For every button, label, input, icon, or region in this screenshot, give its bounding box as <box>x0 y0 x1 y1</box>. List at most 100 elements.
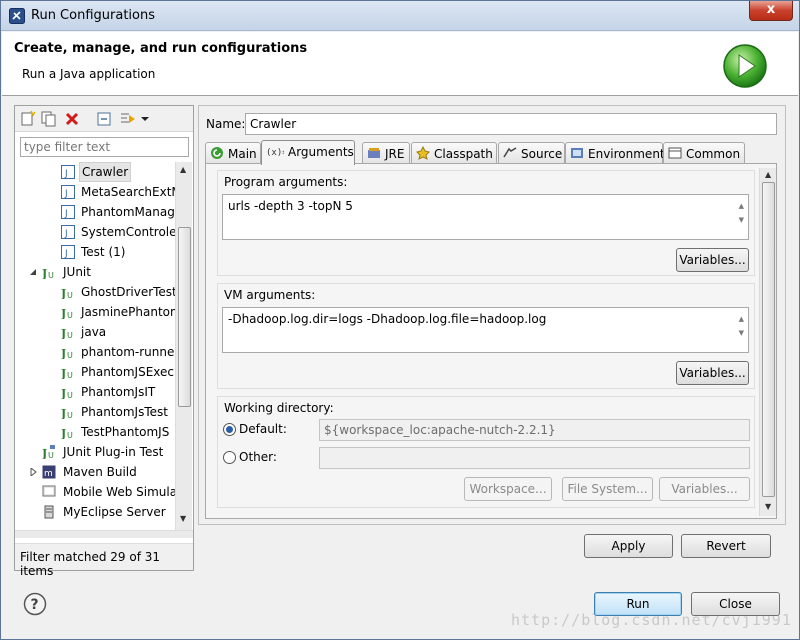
svg-text:J: J <box>42 267 47 279</box>
vm-variables-button[interactable]: Variables... <box>676 361 749 385</box>
configuration-tree-panel: J Crawler J MetaSearchExtMai J PhantomMa… <box>14 105 194 578</box>
directory-variables-button[interactable]: Variables... <box>659 477 750 501</box>
svg-text:m: m <box>44 469 53 479</box>
revert-button[interactable]: Revert <box>681 534 771 558</box>
environment-icon <box>571 148 583 158</box>
program-variables-button[interactable]: Variables... <box>676 248 749 272</box>
configuration-tree: J Crawler J MetaSearchExtMai J PhantomMa… <box>15 162 175 540</box>
tab-arguments[interactable]: (x)=Arguments <box>261 140 355 165</box>
filter-config-icon[interactable] <box>119 110 137 128</box>
svg-text:J: J <box>64 189 68 199</box>
java-app-icon: J <box>61 165 75 179</box>
banner-title: Create, manage, and run configurations <box>14 41 308 56</box>
filter-input[interactable] <box>20 137 189 157</box>
config-tabs: Main (x)=Arguments JRE Classpath Source … <box>205 140 777 165</box>
svg-text:U: U <box>67 371 73 379</box>
close-button[interactable]: Close <box>691 592 780 616</box>
other-radio[interactable] <box>223 451 236 464</box>
svg-text:J: J <box>61 307 66 319</box>
default-radio[interactable] <box>223 423 236 436</box>
svg-text:U: U <box>67 391 73 399</box>
svg-text:J: J <box>64 229 68 239</box>
svg-text:U: U <box>67 291 73 299</box>
java-app-icon: J <box>61 205 75 219</box>
svg-text:U: U <box>67 331 73 339</box>
textarea-scroll-icon[interactable]: ▲ ▼ <box>739 312 744 340</box>
junit-icon: JU <box>61 307 73 319</box>
expanded-arrow-icon[interactable] <box>29 268 37 276</box>
delete-config-icon[interactable] <box>63 110 81 128</box>
junit-icon: JU <box>61 367 73 379</box>
new-config-icon[interactable] <box>19 110 37 128</box>
textarea-scroll-icon[interactable]: ▲ ▼ <box>739 199 744 227</box>
header-banner: Create, manage, and run configurations R… <box>2 32 798 96</box>
working-directory-label: Working directory: <box>224 401 334 415</box>
main-tab-icon <box>211 147 223 159</box>
svg-text:(x)=: (x)= <box>266 148 284 158</box>
java-app-icon: J <box>61 225 75 239</box>
tree-vertical-scrollbar[interactable]: ▲ ▼ <box>175 162 192 530</box>
vm-arguments-field[interactable]: -Dhadoop.log.dir=logs -Dhadoop.log.file=… <box>222 307 749 353</box>
apply-button[interactable]: Apply <box>584 534 673 558</box>
tab-environment[interactable]: Environment <box>565 142 665 164</box>
junit-icon: JU <box>61 327 73 339</box>
tab-source[interactable]: Source <box>498 142 565 164</box>
duplicate-config-icon[interactable] <box>40 110 58 128</box>
junit-icon: JU <box>61 427 73 439</box>
common-icon <box>668 147 682 159</box>
svg-text:J: J <box>61 327 66 339</box>
mobile-web-icon <box>42 485 56 497</box>
tab-jre[interactable]: JRE <box>362 142 410 164</box>
name-label: Name: <box>206 117 246 131</box>
left-toolbar <box>15 106 193 132</box>
default-directory-field: ${workspace_loc:apache-nutch-2.2.1} <box>319 419 750 441</box>
junit-icon: JU <box>42 267 54 279</box>
svg-text:J: J <box>61 367 66 379</box>
run-button[interactable]: Run <box>594 592 682 616</box>
junit-icon: JU <box>61 387 73 399</box>
tree-horizontal-scrollbar[interactable] <box>15 530 193 538</box>
junit-icon: JU <box>61 287 73 299</box>
chevron-down-icon[interactable] <box>139 110 151 128</box>
default-label: Default: <box>239 422 287 436</box>
svg-text:J: J <box>64 169 68 179</box>
collapse-all-icon[interactable] <box>95 110 113 128</box>
other-label: Other: <box>239 450 277 464</box>
junit-icon: JU <box>61 347 73 359</box>
scroll-down-icon[interactable]: ▼ <box>765 502 771 511</box>
svg-text:J: J <box>61 427 66 439</box>
file-system-button[interactable]: File System... <box>562 477 653 501</box>
help-icon[interactable]: ? <box>23 592 47 616</box>
arguments-vertical-scrollbar[interactable]: ▲ ▼ <box>759 168 776 516</box>
java-app-icon: J <box>61 185 75 199</box>
program-arguments-group: Program arguments: urls -depth 3 -topN 5… <box>217 170 755 276</box>
vm-arguments-label: VM arguments: <box>224 288 316 302</box>
other-directory-field[interactable] <box>319 447 750 469</box>
window-title: Run Configurations <box>31 8 155 23</box>
scroll-up-icon[interactable]: ▲ <box>180 165 186 174</box>
svg-text:J: J <box>64 209 68 219</box>
collapsed-arrow-icon[interactable] <box>30 468 38 476</box>
name-input[interactable] <box>245 113 777 135</box>
title-bar: Run Configurations x <box>1 1 799 31</box>
program-arguments-label: Program arguments: <box>224 175 348 189</box>
run-play-icon <box>723 44 767 88</box>
svg-text:J: J <box>61 347 66 359</box>
scroll-down-icon[interactable]: ▼ <box>180 514 186 523</box>
tab-classpath[interactable]: Classpath <box>411 142 497 164</box>
scroll-thumb[interactable] <box>178 227 191 407</box>
svg-text:J: J <box>61 287 66 299</box>
jre-icon <box>368 148 380 158</box>
program-arguments-field[interactable]: urls -depth 3 -topN 5 ▲ ▼ <box>222 194 749 240</box>
scroll-thumb[interactable] <box>762 182 775 497</box>
junit-icon: JU <box>61 407 73 419</box>
source-icon <box>503 147 517 158</box>
close-icon: x <box>766 2 776 17</box>
workspace-button[interactable]: Workspace... <box>464 477 552 501</box>
scroll-up-icon[interactable]: ▲ <box>765 170 771 179</box>
junit-plugin-icon: JU <box>42 445 55 459</box>
window-close-button[interactable]: x <box>749 1 793 21</box>
filter-status-text: Filter matched 29 of 31 items <box>15 543 193 578</box>
tab-main[interactable]: Main <box>205 142 261 164</box>
tab-common[interactable]: Common <box>663 142 745 164</box>
